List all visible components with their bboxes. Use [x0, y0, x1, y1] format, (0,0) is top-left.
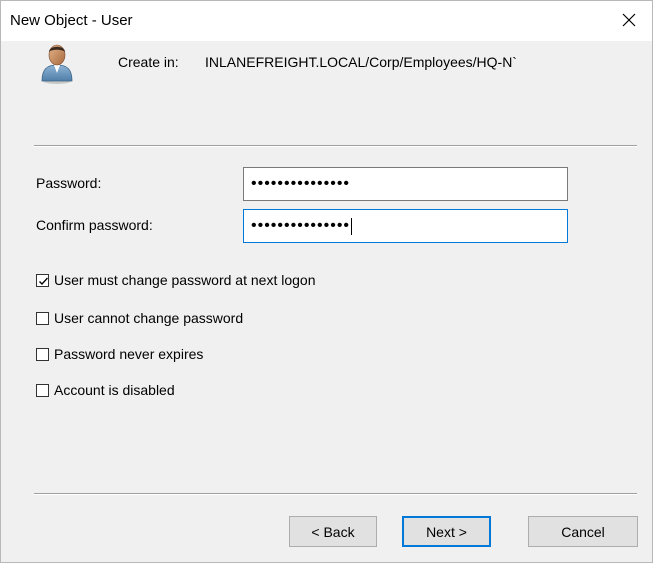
checkbox-unchecked[interactable] [36, 311, 49, 325]
option-cannot-change-password[interactable]: User cannot change password [36, 310, 243, 326]
option-label: Password never expires [54, 346, 204, 362]
new-object-user-dialog: New Object - User Create in: INLANEFREIG… [0, 0, 653, 563]
title-bar: New Object - User [1, 1, 652, 41]
option-must-change-password[interactable]: User must change password at next logon [36, 272, 315, 288]
footer-divider [34, 493, 637, 495]
checkbox-unchecked[interactable] [36, 383, 49, 397]
option-password-never-expires[interactable]: Password never expires [36, 346, 203, 362]
checkmark-icon [39, 277, 48, 285]
user-icon [37, 41, 77, 85]
create-in-label: Create in: [118, 54, 179, 70]
close-button[interactable] [606, 1, 652, 41]
password-field[interactable]: ••••••••••••••• [243, 167, 568, 201]
password-value: ••••••••••••••• [251, 175, 351, 192]
checkbox-checked[interactable] [36, 273, 49, 287]
password-label: Password: [36, 175, 102, 191]
window-title: New Object - User [10, 12, 133, 29]
header-divider [34, 145, 637, 147]
close-icon [622, 13, 636, 30]
confirm-password-value: ••••••••••••••• [251, 217, 351, 234]
confirm-password-field[interactable]: ••••••••••••••• [243, 209, 568, 243]
confirm-password-label: Confirm password: [36, 217, 153, 233]
text-caret [351, 217, 353, 235]
option-label: User cannot change password [54, 310, 244, 326]
create-in-path: INLANEFREIGHT.LOCAL/Corp/Employees/HQ-N` [205, 54, 517, 70]
next-button[interactable]: Next > [402, 516, 491, 547]
checkbox-unchecked[interactable] [36, 347, 49, 361]
back-button[interactable]: < Back [289, 516, 377, 547]
option-label: User must change password at next logon [54, 272, 316, 288]
option-label: Account is disabled [54, 382, 175, 398]
cancel-button[interactable]: Cancel [528, 516, 638, 547]
option-account-disabled[interactable]: Account is disabled [36, 382, 175, 398]
